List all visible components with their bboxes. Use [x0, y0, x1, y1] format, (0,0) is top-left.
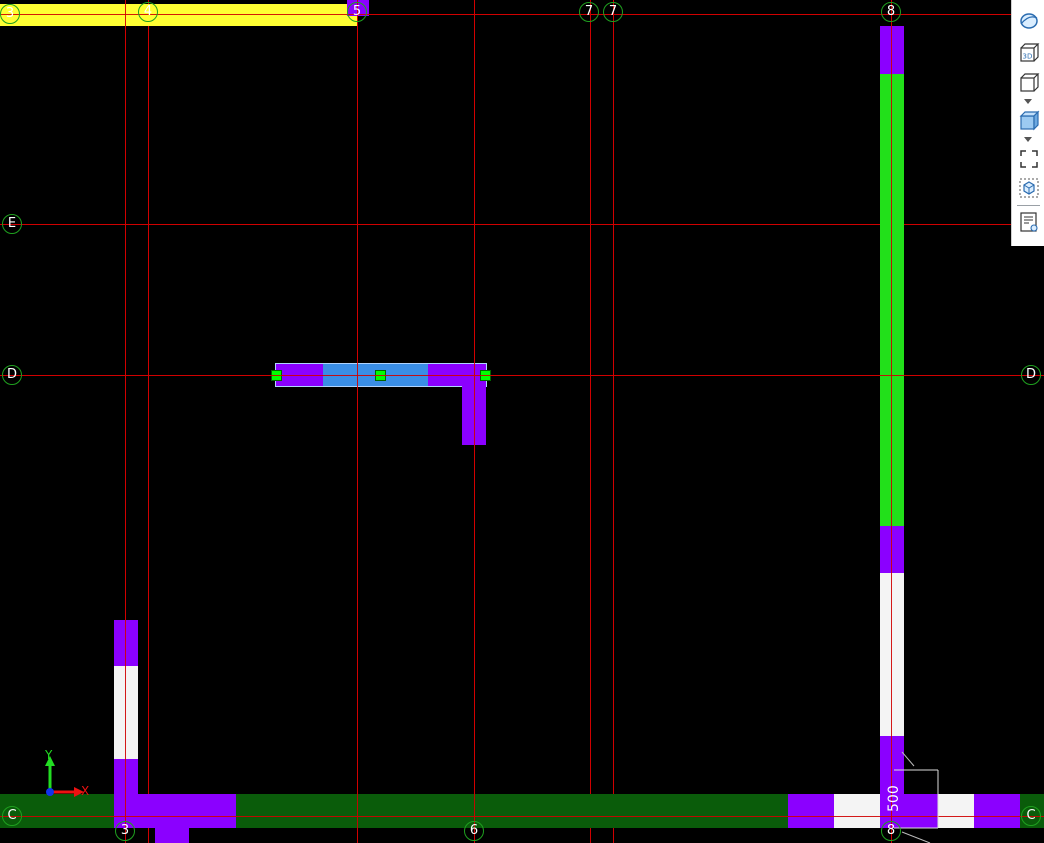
grid-line-vertical [474, 0, 475, 843]
dimension-text: 500 [886, 785, 902, 812]
axis-bubble[interactable]: 6 [464, 821, 484, 841]
grid-line-vertical [613, 0, 614, 843]
wall-green[interactable] [880, 74, 904, 526]
view-cube-icon[interactable] [1016, 70, 1041, 96]
isolate-icon[interactable] [1016, 175, 1041, 201]
toolbar-separator [1017, 205, 1040, 206]
3d-view-icon[interactable]: 3D [1016, 40, 1041, 66]
grid-line-vertical [357, 0, 358, 843]
axis-bubble[interactable]: 7 [579, 2, 599, 22]
wall-white[interactable] [834, 794, 880, 828]
wall-white[interactable] [114, 666, 138, 759]
axis-bubble[interactable]: C [2, 806, 22, 826]
chevron-down-icon[interactable] [1024, 137, 1032, 142]
column[interactable] [155, 828, 189, 843]
column[interactable] [114, 759, 138, 794]
axis-bubble[interactable]: 8 [881, 2, 901, 22]
orbit-icon[interactable] [1016, 8, 1041, 34]
display-mode-icon[interactable] [1016, 108, 1041, 134]
grid-line-vertical [125, 0, 126, 843]
axis-bubble[interactable]: C [1021, 806, 1041, 826]
axis-bubble[interactable]: 5 [347, 2, 367, 22]
ucs-x-label: X [81, 784, 90, 798]
axis-bubble[interactable]: E [2, 214, 22, 234]
axis-bubble[interactable]: 3 [0, 4, 20, 24]
column[interactable] [114, 794, 236, 828]
column[interactable] [788, 794, 834, 828]
axis-bubble[interactable]: 7 [603, 2, 623, 22]
grid-line-vertical [891, 0, 892, 843]
drawing-canvas[interactable]: 500 3 4 5 7 7 8 E D D C C 3 6 8 Y X [0, 0, 1044, 843]
axis-bubble[interactable]: D [2, 365, 22, 385]
column[interactable] [880, 26, 904, 74]
axis-bubble[interactable]: 8 [881, 821, 901, 841]
axis-bubble[interactable]: D [1021, 365, 1041, 385]
beam-yellow[interactable] [0, 4, 357, 26]
axis-bubble[interactable]: 3 [115, 821, 135, 841]
zoom-extents-icon[interactable] [1016, 146, 1041, 172]
view-toolbar: 3D [1011, 0, 1044, 246]
axis-bubble[interactable]: 4 [138, 2, 158, 22]
wall-white[interactable] [880, 573, 904, 736]
grid-line-horizontal [0, 375, 1044, 376]
properties-icon[interactable] [1016, 209, 1041, 235]
3d-text: 3D [1022, 53, 1032, 61]
grid-line-vertical [148, 0, 149, 843]
column[interactable] [974, 794, 1020, 828]
column[interactable] [880, 526, 904, 573]
column[interactable] [114, 620, 138, 666]
grid-line-vertical [590, 0, 591, 843]
chevron-down-icon[interactable] [1024, 99, 1032, 104]
ucs-y-label: Y [45, 748, 53, 762]
